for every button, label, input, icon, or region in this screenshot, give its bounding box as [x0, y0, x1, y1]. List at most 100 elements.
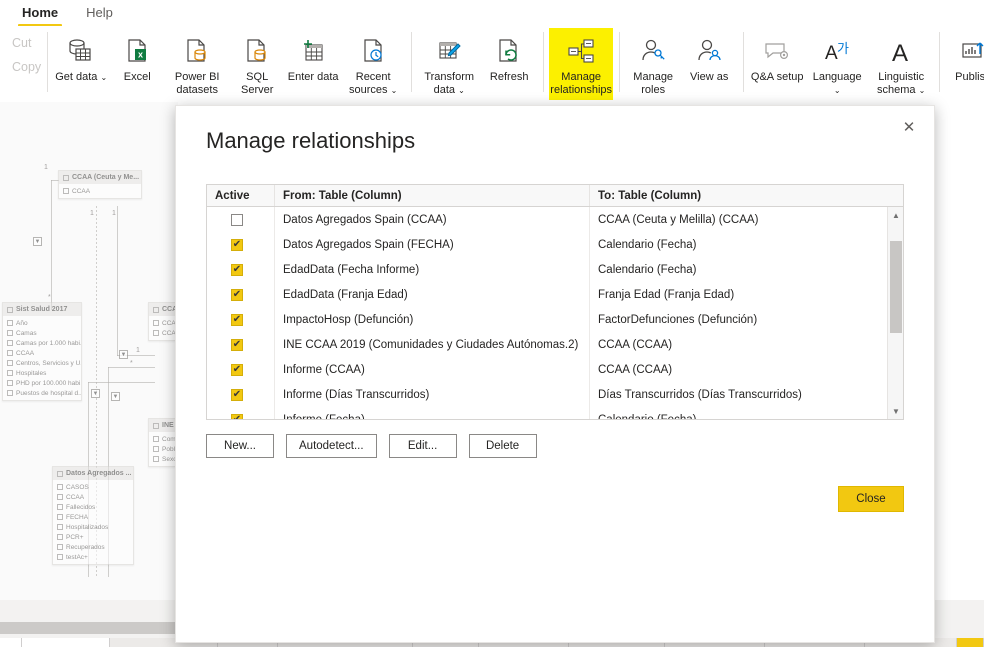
page-tab-add[interactable]: [957, 638, 984, 647]
language-button[interactable]: A 가 Language ⌄: [805, 28, 869, 100]
relationship-marker[interactable]: ▼: [111, 392, 120, 401]
model-table-sist-salud[interactable]: Sist Salud 2017 Año Camas Camas por 1.00…: [2, 302, 82, 401]
active-checkbox[interactable]: [231, 388, 243, 401]
ribbon-group-relationships: Manage relationships: [543, 26, 619, 102]
column-icon: [57, 484, 63, 490]
delete-button[interactable]: Delete: [468, 434, 537, 458]
column-icon: [63, 188, 69, 194]
column-icon: [7, 390, 13, 396]
cardinality-label: *: [48, 294, 51, 301]
relationship-marker[interactable]: ▼: [119, 350, 128, 359]
manage-roles-button[interactable]: Manage roles: [625, 28, 681, 100]
table-header-row: Active From: Table (Column) To: Table (C…: [207, 185, 903, 207]
publish-button[interactable]: Publish: [945, 28, 984, 100]
model-field-row[interactable]: Centros, Servicios y U...: [3, 358, 81, 368]
excel-button[interactable]: x Excel: [109, 28, 165, 100]
recent-sources-button[interactable]: Recent sources ⌄: [341, 28, 405, 100]
model-field-row[interactable]: Recuperados: [53, 542, 133, 552]
page-tab[interactable]: [22, 638, 110, 647]
model-field-row[interactable]: PHD por 100.000 habi...: [3, 378, 81, 388]
cardinality-label: 1: [90, 210, 94, 217]
model-field-row[interactable]: Camas: [3, 328, 81, 338]
from-cell: EdadData (Fecha Informe): [275, 257, 590, 282]
active-checkbox[interactable]: [231, 313, 243, 326]
autodetect-button[interactable]: Autodetect...: [286, 434, 377, 458]
model-table-datos-agregados[interactable]: Datos Agregados ... CASOS CCAA Fallecido…: [52, 466, 134, 565]
get-data-button[interactable]: Get data ⌄: [53, 28, 109, 100]
linguistic-schema-button[interactable]: A Linguistic schema ⌄: [869, 28, 933, 100]
sql-server-button[interactable]: SQL Server: [229, 28, 285, 100]
relationship-line: [108, 367, 155, 368]
model-field-row[interactable]: FECHA: [53, 512, 133, 522]
vertical-scrollbar[interactable]: ▲ ▼: [887, 207, 903, 419]
active-checkbox[interactable]: [231, 413, 243, 419]
active-checkbox[interactable]: [231, 363, 243, 376]
model-field-row[interactable]: CCAA: [53, 492, 133, 502]
active-cell[interactable]: [207, 307, 275, 332]
tab-help[interactable]: Help: [74, 3, 125, 24]
table-row[interactable]: Datos Agregados Spain (CCAA) CCAA (Ceuta…: [207, 207, 903, 232]
model-field-row[interactable]: CASOS: [53, 482, 133, 492]
page-tab[interactable]: [0, 638, 22, 647]
model-table-fields: CASOS CCAA Fallecidos FECHA Hospitalizad…: [53, 480, 133, 564]
new-button[interactable]: New...: [206, 434, 274, 458]
table-row[interactable]: Informe (CCAA) CCAA (CCAA): [207, 357, 903, 382]
manage-relationships-button[interactable]: Manage relationships: [549, 28, 614, 100]
model-table-ccaa-ceuta[interactable]: CCAA (Ceuta y Me... CCAA: [58, 170, 142, 199]
table-row[interactable]: EdadData (Fecha Informe) Calendario (Fec…: [207, 257, 903, 282]
active-cell[interactable]: [207, 232, 275, 257]
svg-text:가: 가: [837, 41, 849, 56]
power-bi-datasets-button[interactable]: Power BI datasets: [165, 28, 229, 100]
model-field-row[interactable]: Año: [3, 318, 81, 328]
enter-data-icon: [298, 34, 328, 68]
active-checkbox[interactable]: [231, 263, 243, 276]
scrollbar-thumb[interactable]: [890, 241, 902, 333]
active-cell[interactable]: [207, 257, 275, 282]
active-cell[interactable]: [207, 357, 275, 382]
manage-roles-label: Manage roles: [633, 71, 674, 96]
table-row[interactable]: Datos Agregados Spain (FECHA) Calendario…: [207, 232, 903, 257]
refresh-button[interactable]: Refresh: [481, 28, 537, 100]
close-button[interactable]: Close: [838, 486, 904, 512]
relationship-marker[interactable]: ▼: [91, 389, 100, 398]
excel-label: Excel: [123, 71, 151, 83]
table-row[interactable]: Informe (Fecha) Calendario (Fecha): [207, 407, 903, 419]
to-cell: Calendario (Fecha): [598, 238, 697, 251]
active-cell[interactable]: [207, 332, 275, 357]
active-cell[interactable]: [207, 207, 275, 232]
table-row[interactable]: ImpactoHosp (Defunción) FactorDefuncione…: [207, 307, 903, 332]
edit-button[interactable]: Edit...: [388, 434, 457, 458]
chevron-down-icon[interactable]: ▼: [888, 403, 904, 419]
relationship-marker[interactable]: ▼: [33, 237, 42, 246]
active-checkbox[interactable]: [231, 338, 243, 351]
active-checkbox[interactable]: [231, 213, 243, 226]
table-row[interactable]: Informe (Días Transcurridos) Días Transc…: [207, 382, 903, 407]
model-field-row[interactable]: PCR+: [53, 532, 133, 542]
cut-button[interactable]: Cut: [6, 36, 31, 50]
model-field-row[interactable]: Camas por 1.000 habi...: [3, 338, 81, 348]
powerbi-dataset-icon: [182, 34, 212, 68]
active-checkbox[interactable]: [231, 288, 243, 301]
copy-button[interactable]: Copy: [6, 60, 41, 74]
chevron-up-icon[interactable]: ▲: [888, 207, 904, 223]
table-row[interactable]: EdadData (Franja Edad) Franja Edad (Fran…: [207, 282, 903, 307]
tab-home[interactable]: Home: [10, 3, 70, 27]
model-field-row[interactable]: Fallecidos: [53, 502, 133, 512]
model-field-row[interactable]: testAc+: [53, 552, 133, 562]
active-checkbox[interactable]: [231, 238, 243, 251]
active-cell[interactable]: [207, 282, 275, 307]
model-field-row[interactable]: CCAA: [59, 186, 141, 196]
close-icon[interactable]: ✕: [894, 114, 924, 140]
enter-data-button[interactable]: Enter data: [285, 28, 341, 100]
model-field-row[interactable]: CCAA: [3, 348, 81, 358]
active-cell[interactable]: [207, 407, 275, 419]
table-row[interactable]: INE CCAA 2019 (Comunidades y Ciudades Au…: [207, 332, 903, 357]
qna-setup-button[interactable]: Q&A setup: [749, 28, 805, 100]
model-field-row[interactable]: Hospitalizados: [53, 522, 133, 532]
model-field-row[interactable]: Hospitales: [3, 368, 81, 378]
model-field-row[interactable]: Puestos de hospital d...: [3, 388, 81, 398]
view-as-button[interactable]: View as: [681, 28, 737, 100]
get-data-label: Get data ⌄: [55, 71, 108, 83]
transform-data-button[interactable]: Transform data ⌄: [417, 28, 481, 100]
active-cell[interactable]: [207, 382, 275, 407]
